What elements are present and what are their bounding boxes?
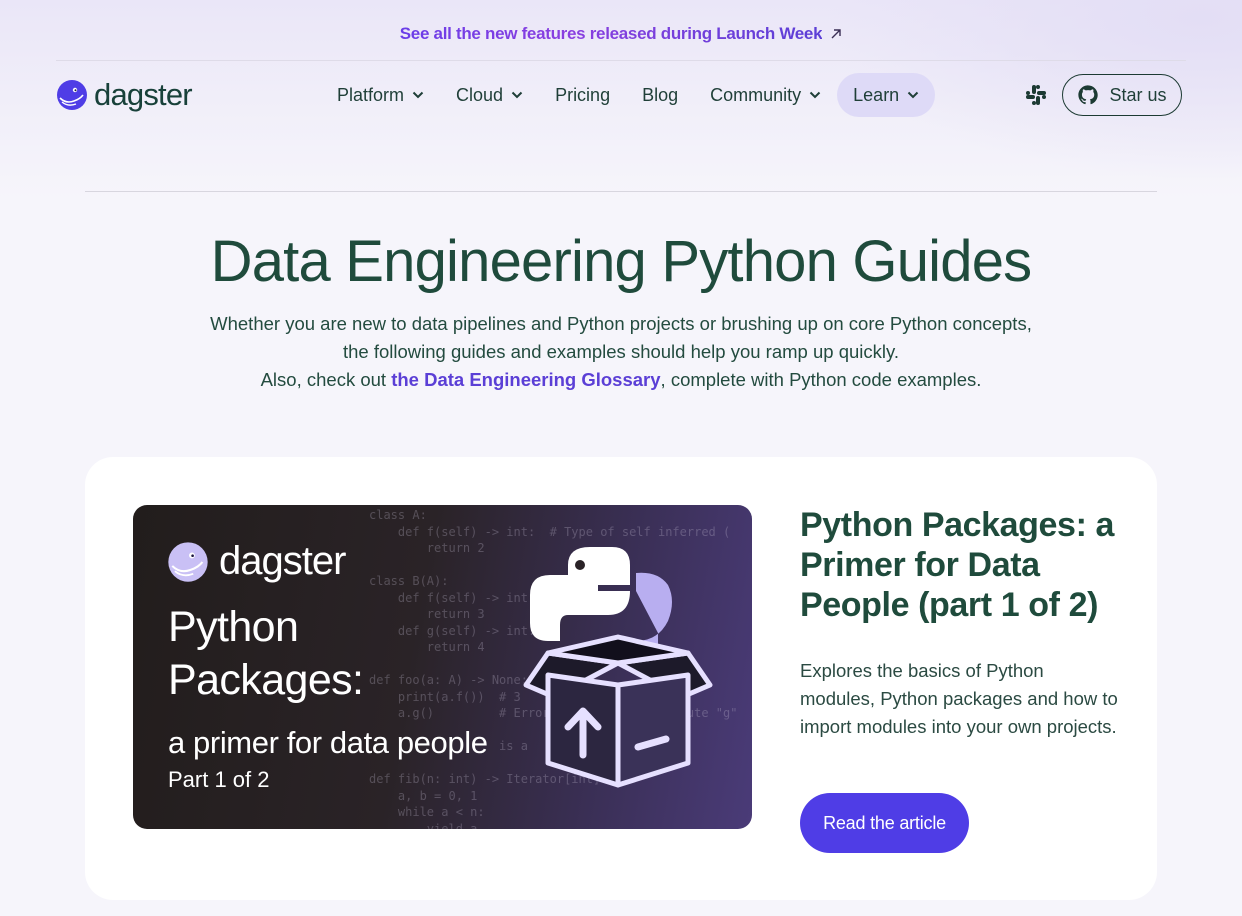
thumbnail-title: Python Packages: [168, 601, 364, 707]
dagster-logo-icon [168, 541, 208, 582]
star-us-button[interactable]: Star us [1062, 74, 1182, 116]
page-intro: Whether you are new to data pipelines an… [0, 310, 1242, 394]
thumbnail-title-line-1: Python [168, 603, 299, 651]
brand-name: dagster [94, 77, 193, 112]
nav-item-label: Cloud [456, 84, 504, 105]
section-divider [85, 191, 1157, 192]
thumbnail-logo: dagster [167, 539, 346, 584]
nav-item-label: Learn [853, 84, 900, 105]
github-icon [1078, 85, 1099, 105]
chevron-down-icon [511, 91, 523, 99]
nav-item-learn[interactable]: Learn [837, 73, 936, 117]
article-card: class A: def f(self) -> int: # Type of s… [85, 457, 1157, 900]
brand-logo[interactable]: dagster [56, 77, 193, 113]
page-title: Data Engineering Python Guides [210, 229, 1033, 294]
header-divider [56, 60, 1186, 61]
article-description: Explores the basics of Python modules, P… [800, 660, 1118, 737]
nav-item-blog[interactable]: Blog [626, 73, 694, 117]
thumbnail-tagline: a primer for data people [168, 725, 488, 760]
intro-line-1: Whether you are new to data pipelines an… [210, 313, 1032, 334]
nav-item-label: Community [710, 84, 802, 105]
nav-menu: Platform Cloud Pricing Blog Community Le… [321, 72, 936, 118]
dagster-logo-icon [57, 80, 87, 110]
main-nav: dagster Platform Cloud Pricing Blog Comm… [56, 72, 1182, 118]
nav-item-label: Platform [337, 84, 405, 105]
thumbnail-brand: dagster [219, 539, 346, 583]
read-article-button[interactable]: Read the article [800, 793, 969, 853]
chevron-down-icon [809, 91, 821, 99]
python-box-icon [523, 547, 713, 788]
announcement-link[interactable]: See all the new features released during… [400, 24, 823, 44]
article-title[interactable]: Python Packages: a Primer for Data Peopl… [800, 505, 1130, 625]
nav-item-community[interactable]: Community [694, 73, 837, 117]
thumbnail-part: Part 1 of 2 [168, 767, 270, 792]
article-thumbnail[interactable]: class A: def f(self) -> int: # Type of s… [133, 505, 752, 829]
announcement-bar[interactable]: See all the new features released during… [0, 22, 1242, 46]
intro-line-3-suffix: , complete with Python code examples. [660, 369, 982, 390]
star-us-label: Star us [1109, 84, 1167, 105]
external-arrow-icon [831, 29, 841, 39]
nav-item-platform[interactable]: Platform [321, 73, 440, 117]
chevron-down-icon [412, 91, 424, 99]
intro-line-3-prefix: Also, check out [260, 369, 392, 390]
intro-line-3: Also, check out the Data Engineering Glo… [0, 366, 1242, 394]
intro-line-2: the following guides and examples should… [342, 341, 900, 362]
chevron-down-icon [907, 91, 919, 99]
nav-item-pricing[interactable]: Pricing [539, 73, 626, 117]
nav-item-label: Blog [642, 84, 679, 105]
nav-item-label: Pricing [555, 84, 611, 105]
slack-icon[interactable] [1025, 84, 1047, 106]
thumbnail-title-line-2: Packages: [168, 656, 364, 704]
glossary-link[interactable]: the Data Engineering Glossary [391, 369, 660, 390]
nav-item-cloud[interactable]: Cloud [440, 73, 539, 117]
